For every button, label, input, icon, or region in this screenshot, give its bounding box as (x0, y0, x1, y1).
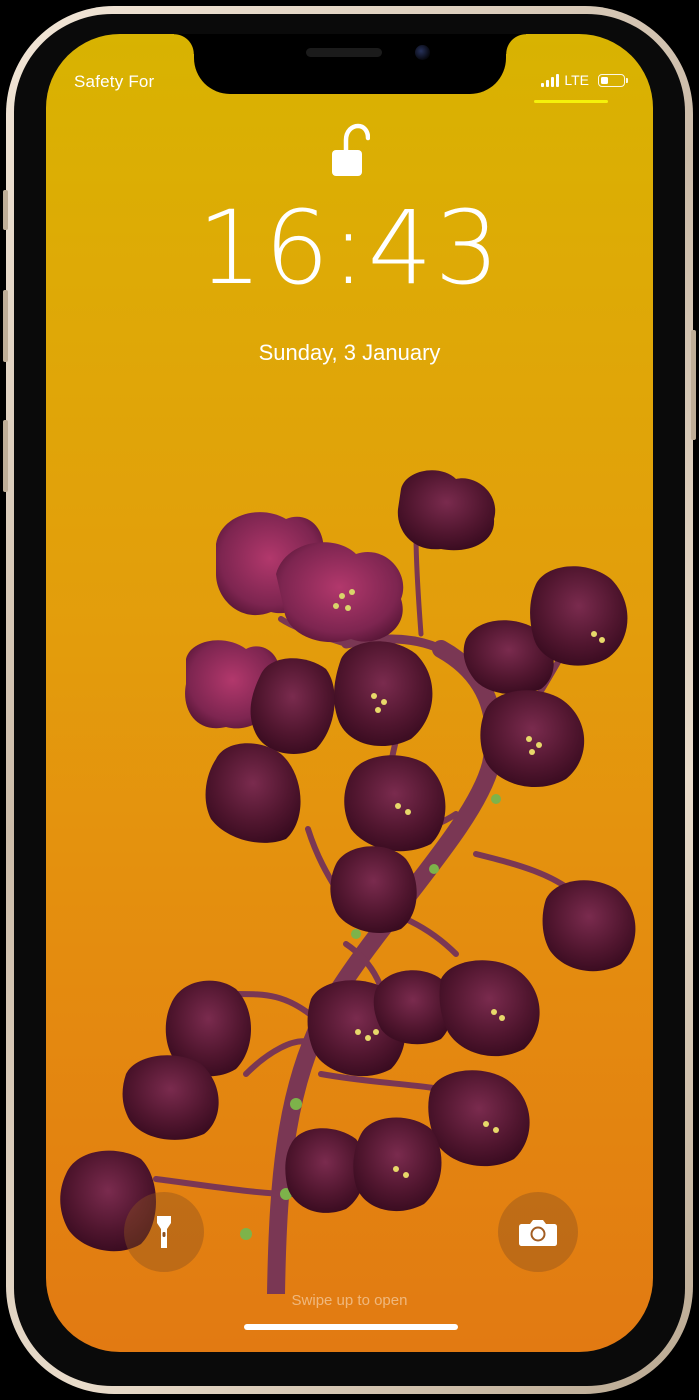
flower-wallpaper (60, 470, 636, 1294)
status-accent-bar (534, 100, 608, 103)
side-button (691, 330, 696, 440)
carrier-name: Safety For (74, 72, 155, 91)
lock-screen[interactable]: Safety For LTE 16:43 Sunday, 3 January S… (46, 34, 653, 1352)
silent-switch (3, 190, 8, 230)
flashlight-button[interactable] (124, 1192, 204, 1272)
front-camera (415, 45, 430, 60)
notch (174, 34, 526, 94)
battery-level (601, 76, 608, 84)
volume-up-button (3, 290, 8, 362)
earpiece-speaker (306, 48, 382, 57)
lock-screen-date: Sunday, 3 January (258, 340, 441, 365)
network-type: LTE (564, 72, 589, 88)
swipe-up-hint: Swipe up to open (291, 1292, 408, 1309)
camera-icon (519, 1220, 557, 1246)
signal-strength-icon (541, 73, 560, 87)
camera-button[interactable] (498, 1192, 578, 1272)
battery-icon (598, 73, 628, 87)
flashlight-icon (157, 1216, 171, 1248)
home-indicator[interactable] (244, 1324, 458, 1330)
unlocked-padlock-icon (332, 123, 370, 176)
status-indicators[interactable]: LTE (541, 70, 628, 90)
volume-down-button (3, 420, 8, 492)
lock-screen-time: 16:43 (197, 189, 502, 308)
